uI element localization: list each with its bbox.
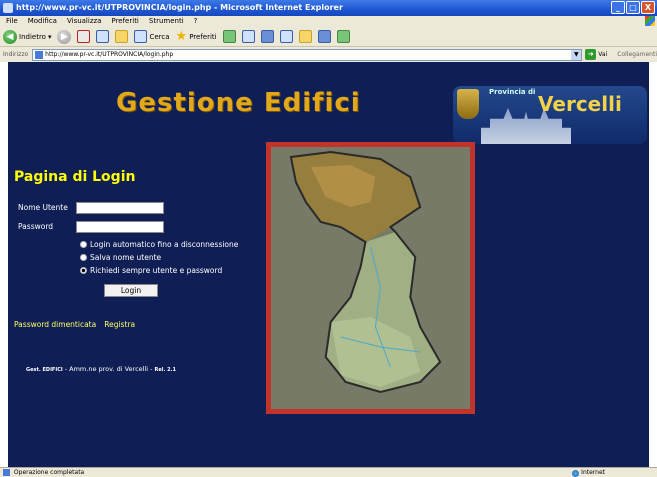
favorites-button[interactable]: ★ Preferiti (176, 30, 217, 43)
back-label: Indietro (19, 32, 46, 41)
print-icon[interactable] (260, 30, 274, 43)
option-save-username[interactable]: Salva nome utente (80, 253, 161, 262)
radio-auto-login[interactable] (80, 241, 87, 248)
username-field[interactable] (76, 202, 164, 214)
go-button[interactable]: ➜ Vai (585, 49, 607, 60)
star-icon: ★ (175, 29, 188, 44)
login-button[interactable]: Login (104, 284, 158, 297)
ie-icon (3, 3, 13, 13)
messenger-icon[interactable] (317, 30, 331, 43)
option-save-username-label: Salva nome utente (90, 253, 162, 262)
back-button[interactable]: ◀ Indietro ▾ (3, 29, 52, 44)
home-icon[interactable] (115, 30, 129, 43)
maximize-button[interactable]: □ (626, 1, 640, 14)
chevron-down-icon: ▾ (47, 32, 52, 41)
page-icon (35, 50, 44, 59)
page-title: Gestione Edifici (116, 88, 361, 118)
forward-arrow-icon: ▶ (57, 29, 72, 44)
refresh-icon[interactable] (96, 30, 110, 43)
window-title: http://www.pr-vc.it/UTPROVINCIA/login.ph… (16, 3, 343, 12)
provincia-banner: Provincia di Vercelli (453, 86, 647, 144)
banner-title: Vercelli (538, 92, 622, 116)
forward-button[interactable]: ▶ (57, 29, 72, 44)
password-field[interactable] (76, 221, 164, 233)
back-arrow-icon: ◀ (3, 29, 17, 44)
option-always-ask[interactable]: Richiedi sempre utente e password (80, 266, 222, 275)
history-icon[interactable] (222, 30, 236, 43)
page-content: Gestione Edifici Provincia di Vercelli P… (8, 62, 649, 467)
windows-logo-icon (645, 16, 655, 26)
option-auto-login[interactable]: Login automatico fino a disconnessione (80, 240, 238, 249)
window-controls: _ □ X (611, 1, 655, 14)
toolbar: ◀ Indietro ▾ ▶ Cerca ★ Preferiti (0, 27, 657, 47)
window-titlebar: http://www.pr-vc.it/UTPROVINCIA/login.ph… (0, 0, 657, 16)
menu-file[interactable]: File (6, 16, 18, 27)
province-map-frame (266, 142, 475, 414)
edit-icon[interactable] (279, 30, 293, 43)
banner-subtitle: Provincia di (489, 88, 536, 96)
menu-visualizza[interactable]: Visualizza (67, 16, 101, 27)
address-input[interactable]: http://www.pr-vc.it/UTPROVINCIA/login.ph… (32, 48, 583, 61)
status-text: Operazione completata (13, 469, 85, 476)
password-label: Password (18, 222, 54, 231)
footer-owner: - Amm.ne prov. di Vercelli - (64, 365, 153, 373)
menu-strumenti[interactable]: Strumenti (149, 16, 184, 27)
address-dropdown-icon[interactable]: ▼ (571, 49, 582, 60)
menu-bar: File Modifica Visualizza Preferiti Strum… (0, 16, 657, 27)
stop-icon[interactable] (77, 30, 91, 43)
go-arrow-icon: ➜ (585, 49, 597, 60)
address-label: Indirizzo (3, 51, 29, 58)
go-label: Vai (598, 51, 608, 58)
minimize-button[interactable]: _ (611, 1, 625, 14)
menu-help[interactable]: ? (194, 16, 198, 27)
tools-icon[interactable] (336, 30, 350, 43)
footer-release: Rel. 2.1 (154, 367, 176, 373)
footer-note: Gest. EDIFICI - Amm.ne prov. di Vercelli… (26, 365, 176, 373)
auth-links: Password dimenticata Registra (14, 320, 135, 329)
register-link[interactable]: Registra (104, 320, 135, 329)
username-label: Nome Utente (18, 203, 68, 212)
footer-app: Gest. EDIFICI (26, 367, 63, 373)
address-url: http://www.pr-vc.it/UTPROVINCIA/login.ph… (45, 51, 174, 58)
zone-label: Internet (581, 469, 605, 476)
crest-icon (457, 89, 479, 119)
close-button[interactable]: X (641, 1, 655, 14)
links-label[interactable]: Collegamenti (617, 51, 657, 58)
globe-icon (572, 469, 580, 477)
page-done-icon (3, 469, 10, 476)
status-bar: Operazione completata Internet (0, 467, 657, 477)
menu-preferiti[interactable]: Preferiti (111, 16, 138, 27)
security-zone: Internet (572, 468, 605, 477)
province-map-image (271, 147, 470, 409)
favorites-label: Preferiti (189, 32, 217, 41)
search-button[interactable]: Cerca (134, 30, 170, 43)
forgot-password-link[interactable]: Password dimenticata (14, 320, 96, 329)
option-always-ask-label: Richiedi sempre utente e password (90, 266, 223, 275)
search-icon (134, 30, 148, 43)
address-bar: Indirizzo http://www.pr-vc.it/UTPROVINCI… (0, 47, 657, 62)
login-title: Pagina di Login (14, 169, 136, 185)
radio-always-ask[interactable] (80, 267, 87, 274)
menu-modifica[interactable]: Modifica (28, 16, 57, 27)
radio-save-username[interactable] (80, 254, 87, 261)
search-label: Cerca (149, 32, 170, 41)
option-auto-login-label: Login automatico fino a disconnessione (90, 240, 239, 249)
mail-icon[interactable] (241, 30, 255, 43)
province-map (271, 147, 470, 409)
folder-icon[interactable] (298, 30, 312, 43)
